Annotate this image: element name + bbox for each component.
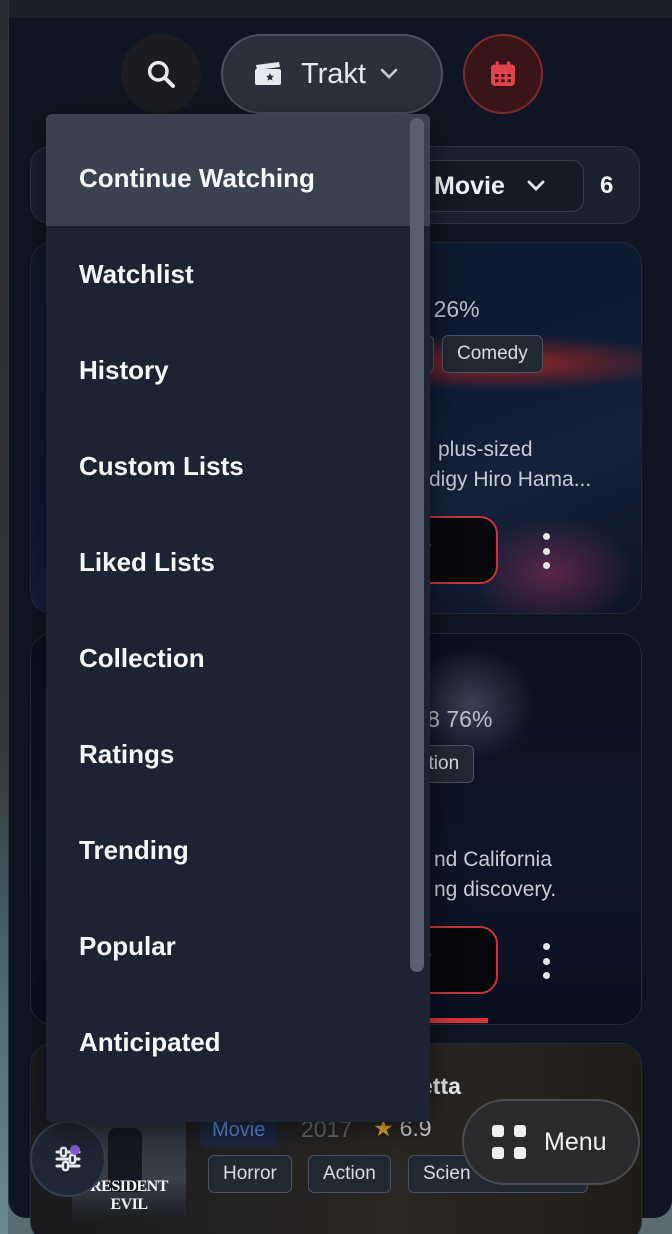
card-overview: plus-sized: [438, 438, 533, 461]
dropdown-scrollbar[interactable]: [410, 118, 424, 972]
genre-tag: Horror: [208, 1155, 292, 1193]
menu-button[interactable]: Menu: [462, 1099, 640, 1185]
menu-item-collection[interactable]: Collection: [46, 610, 430, 706]
calendar-icon: [491, 61, 515, 86]
source-dropdown[interactable]: Trakt: [221, 34, 443, 114]
sliders-icon: [55, 1145, 81, 1172]
menu-item-watchlist[interactable]: Watchlist: [46, 226, 430, 322]
item-count: 6: [600, 172, 614, 199]
card-overview: nd California: [434, 848, 552, 871]
background-window-strip: [0, 0, 8, 1234]
search-button[interactable]: [121, 34, 201, 114]
menu-label: Menu: [544, 1127, 607, 1156]
source-dropdown-menu: Continue Watching Watchlist History Cust…: [46, 114, 430, 1122]
card-overview: digy Hiro Hama...: [429, 468, 592, 491]
menu-item-liked-lists[interactable]: Liked Lists: [46, 514, 430, 610]
chevron-down-icon: [380, 68, 398, 79]
menu-item-trending[interactable]: Trending: [46, 802, 430, 898]
menu-item-continue-watching[interactable]: Continue Watching: [46, 130, 430, 226]
dropdown-top-highlight: [46, 114, 430, 130]
card-overview: ng discovery.: [434, 878, 557, 901]
genre-tag: Action: [308, 1155, 391, 1193]
search-icon: [147, 60, 175, 88]
menu-item-anticipated[interactable]: Anticipated: [46, 994, 430, 1090]
media-type-dropdown[interactable]: Movie: [418, 160, 584, 212]
menu-item-ratings[interactable]: Ratings: [46, 706, 430, 802]
genre-tag: Comedy: [442, 335, 543, 373]
title-bar: [9, 0, 672, 18]
clapperboard-icon: [255, 62, 281, 85]
filter-settings-button[interactable]: [30, 1121, 106, 1197]
menu-item-custom-lists[interactable]: Custom Lists: [46, 418, 430, 514]
grid-icon: [492, 1125, 526, 1159]
chevron-down-icon: [527, 180, 545, 191]
menu-item-history[interactable]: History: [46, 322, 430, 418]
more-options-icon[interactable]: [537, 533, 555, 569]
menu-item-popular[interactable]: Popular: [46, 898, 430, 994]
calendar-button[interactable]: [463, 34, 543, 114]
source-label: Trakt: [301, 57, 366, 90]
media-type-label: Movie: [434, 171, 505, 200]
more-options-icon[interactable]: [537, 943, 555, 979]
